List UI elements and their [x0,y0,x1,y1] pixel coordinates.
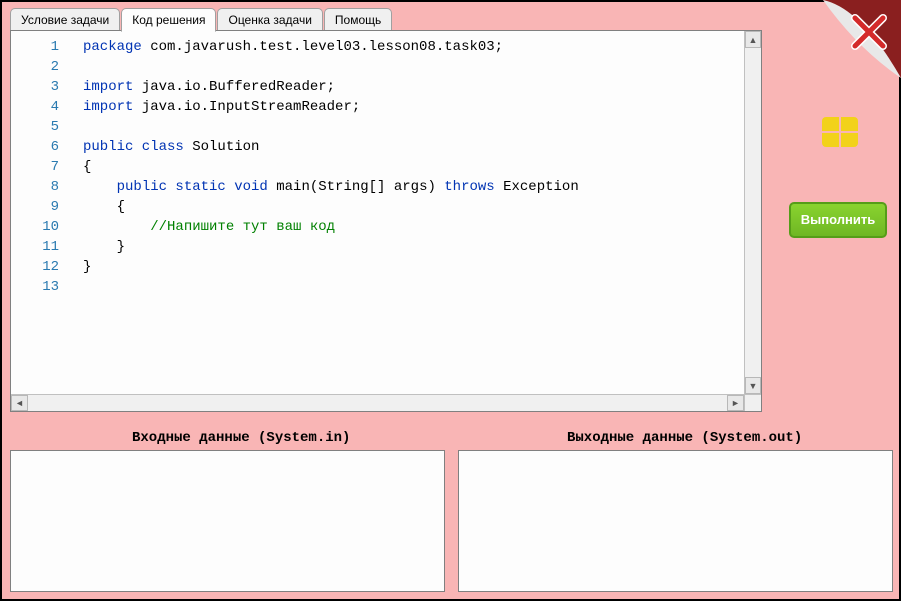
horizontal-scrollbar[interactable]: ◄ ► [11,394,744,411]
code-line[interactable]: import java.io.InputStreamReader; [83,97,745,117]
code-line[interactable] [83,277,745,297]
line-number: 3 [11,77,59,97]
line-number: 10 [11,217,59,237]
run-button[interactable]: Выполнить [789,202,887,238]
line-number: 9 [11,197,59,217]
input-panel-label: Входные данные (System.in) [132,430,350,446]
tab-solution-code[interactable]: Код решения [121,8,216,32]
line-number: 13 [11,277,59,297]
run-button-label: Выполнить [801,212,875,227]
tab-label: Помощь [335,13,381,27]
code-line[interactable]: } [83,237,745,257]
line-number-gutter: 12345678910111213 [11,31,67,303]
code-line[interactable]: package com.javarush.test.level03.lesson… [83,37,745,57]
code-line[interactable]: { [83,157,745,177]
code-line[interactable]: //Напишите тут ваш код [83,217,745,237]
tab-bar: Условие задачи Код решения Оценка задачи… [10,8,393,31]
line-number: 7 [11,157,59,177]
code-line[interactable] [83,57,745,77]
tab-task-condition[interactable]: Условие задачи [10,8,120,31]
tab-label: Код решения [132,13,205,27]
code-content[interactable]: package com.javarush.test.level03.lesson… [67,31,745,303]
line-number: 8 [11,177,59,197]
line-number: 2 [11,57,59,77]
line-number: 1 [11,37,59,57]
close-icon [847,10,891,54]
tab-task-rating[interactable]: Оценка задачи [217,8,322,31]
close-button[interactable] [847,10,891,54]
line-number: 11 [11,237,59,257]
code-line[interactable]: } [83,257,745,277]
tab-help[interactable]: Помощь [324,8,392,31]
output-panel [458,450,893,592]
scroll-right-icon[interactable]: ► [727,395,744,411]
line-number: 4 [11,97,59,117]
code-line[interactable]: { [83,197,745,217]
scrollbar-corner [744,394,761,411]
tab-label: Условие задачи [21,13,109,27]
grid-icon[interactable] [822,117,858,147]
scroll-down-icon[interactable]: ▼ [745,377,761,394]
vertical-scrollbar[interactable]: ▲ ▼ [744,31,761,394]
scroll-up-icon[interactable]: ▲ [745,31,761,48]
code-editor-viewport[interactable]: 12345678910111213 package com.javarush.t… [11,31,745,395]
code-editor[interactable]: 12345678910111213 package com.javarush.t… [10,30,762,412]
tab-label: Оценка задачи [228,13,311,27]
line-number: 5 [11,117,59,137]
code-line[interactable]: public class Solution [83,137,745,157]
scroll-left-icon[interactable]: ◄ [11,395,28,411]
output-panel-label: Выходные данные (System.out) [567,430,802,446]
code-line[interactable]: public static void main(String[] args) t… [83,177,745,197]
code-line[interactable]: import java.io.BufferedReader; [83,77,745,97]
line-number: 12 [11,257,59,277]
line-number: 6 [11,137,59,157]
code-line[interactable] [83,117,745,137]
input-panel[interactable] [10,450,445,592]
